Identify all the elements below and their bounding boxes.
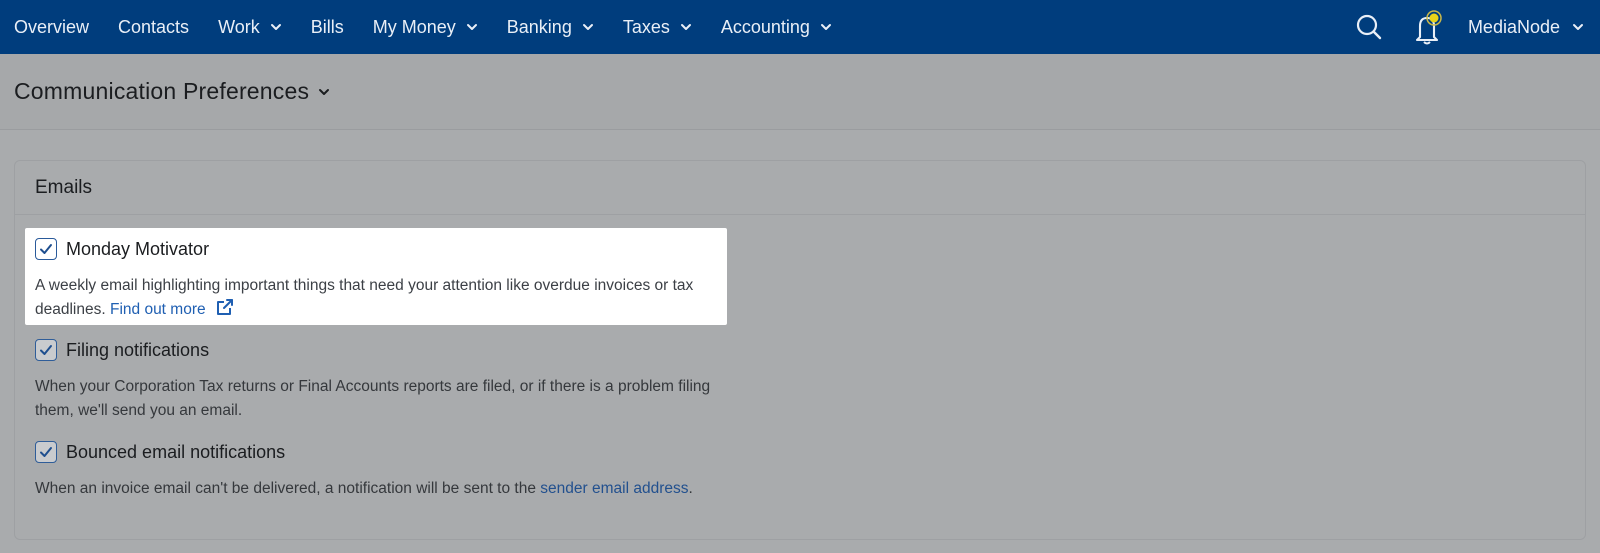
pref-description-text: When an invoice email can't be delivered… (35, 480, 536, 497)
pref-label: Monday Motivator (66, 238, 210, 259)
nav-overview[interactable]: Overview (14, 17, 89, 38)
nav-label: Overview (14, 16, 90, 37)
chevron-down-icon (270, 24, 281, 30)
card-title: Emails (35, 176, 93, 198)
account-name: MediaNode (1467, 16, 1560, 37)
nav-utilities: MediaNode (1354, 0, 1600, 54)
chevron-down-icon (582, 24, 593, 30)
nav-taxes[interactable]: Taxes (623, 17, 692, 38)
external-link-icon[interactable] (216, 298, 234, 316)
nav-accounting[interactable]: Accounting (721, 17, 832, 38)
chevron-down-icon (319, 88, 330, 95)
page-title: Communication Preferences (14, 78, 310, 104)
bounced-email-checkbox[interactable] (35, 441, 57, 463)
page-header: Communication Preferences (0, 54, 1600, 130)
find-out-more-link[interactable]: Find out more (110, 301, 206, 318)
pref-description: When your Corporation Tax returns or Fin… (35, 375, 715, 423)
page-title-dropdown[interactable]: Communication Preferences (14, 78, 330, 105)
pref-label: Bounced email notifications (66, 441, 286, 462)
nav-label: Contacts (118, 16, 190, 37)
pref-description: When an invoice email can't be delivered… (35, 477, 715, 501)
pref-label: Filing notifications (66, 339, 210, 360)
chevron-down-icon (820, 24, 831, 30)
checkmark-icon (40, 345, 52, 355)
pref-description: A weekly email highlighting important th… (35, 274, 715, 322)
card-header: Emails (15, 161, 1585, 215)
chevron-down-icon (680, 24, 691, 30)
bell-icon (1415, 10, 1442, 45)
pref-description-text: When your Corporation Tax returns or Fin… (35, 378, 711, 419)
notifications-button[interactable] (1410, 7, 1444, 47)
nav-banking[interactable]: Banking (507, 17, 594, 38)
nav-label: Banking (506, 16, 572, 37)
pref-bounced-email-notifications: Bounced email notifications When an invo… (25, 431, 727, 511)
nav-label: Accounting (720, 16, 810, 37)
search-button[interactable] (1354, 12, 1384, 42)
search-icon (1356, 14, 1382, 40)
chevron-down-icon (1573, 24, 1583, 30)
pref-monday-motivator: Monday Motivator A weekly email highligh… (25, 228, 727, 325)
account-menu[interactable]: MediaNode (1468, 17, 1584, 38)
monday-motivator-checkbox[interactable] (35, 238, 57, 260)
nav-label: Taxes (622, 16, 670, 37)
checkmark-icon (40, 447, 52, 457)
filing-notifications-checkbox[interactable] (35, 339, 57, 361)
chevron-down-icon (466, 24, 477, 30)
nav-label: Bills (310, 16, 344, 37)
nav-label: My Money (372, 16, 456, 37)
emails-card: Emails Monday Motivator A weekly email h… (14, 160, 1586, 540)
main-nav: Overview Contacts Work Bills My Money Ba… (0, 0, 861, 54)
top-navigation-bar: Overview Contacts Work Bills My Money Ba… (0, 0, 1600, 54)
nav-label: Work (218, 16, 260, 37)
checkmark-icon (40, 244, 52, 254)
nav-my-money[interactable]: My Money (373, 17, 478, 38)
nav-work[interactable]: Work (218, 17, 282, 38)
pref-description-suffix: . (688, 480, 693, 497)
pref-filing-notifications: Filing notifications When your Corporati… (25, 329, 727, 426)
nav-bills[interactable]: Bills (311, 17, 344, 38)
nav-contacts[interactable]: Contacts (118, 17, 189, 38)
sender-email-address-link[interactable]: sender email address (540, 480, 688, 497)
